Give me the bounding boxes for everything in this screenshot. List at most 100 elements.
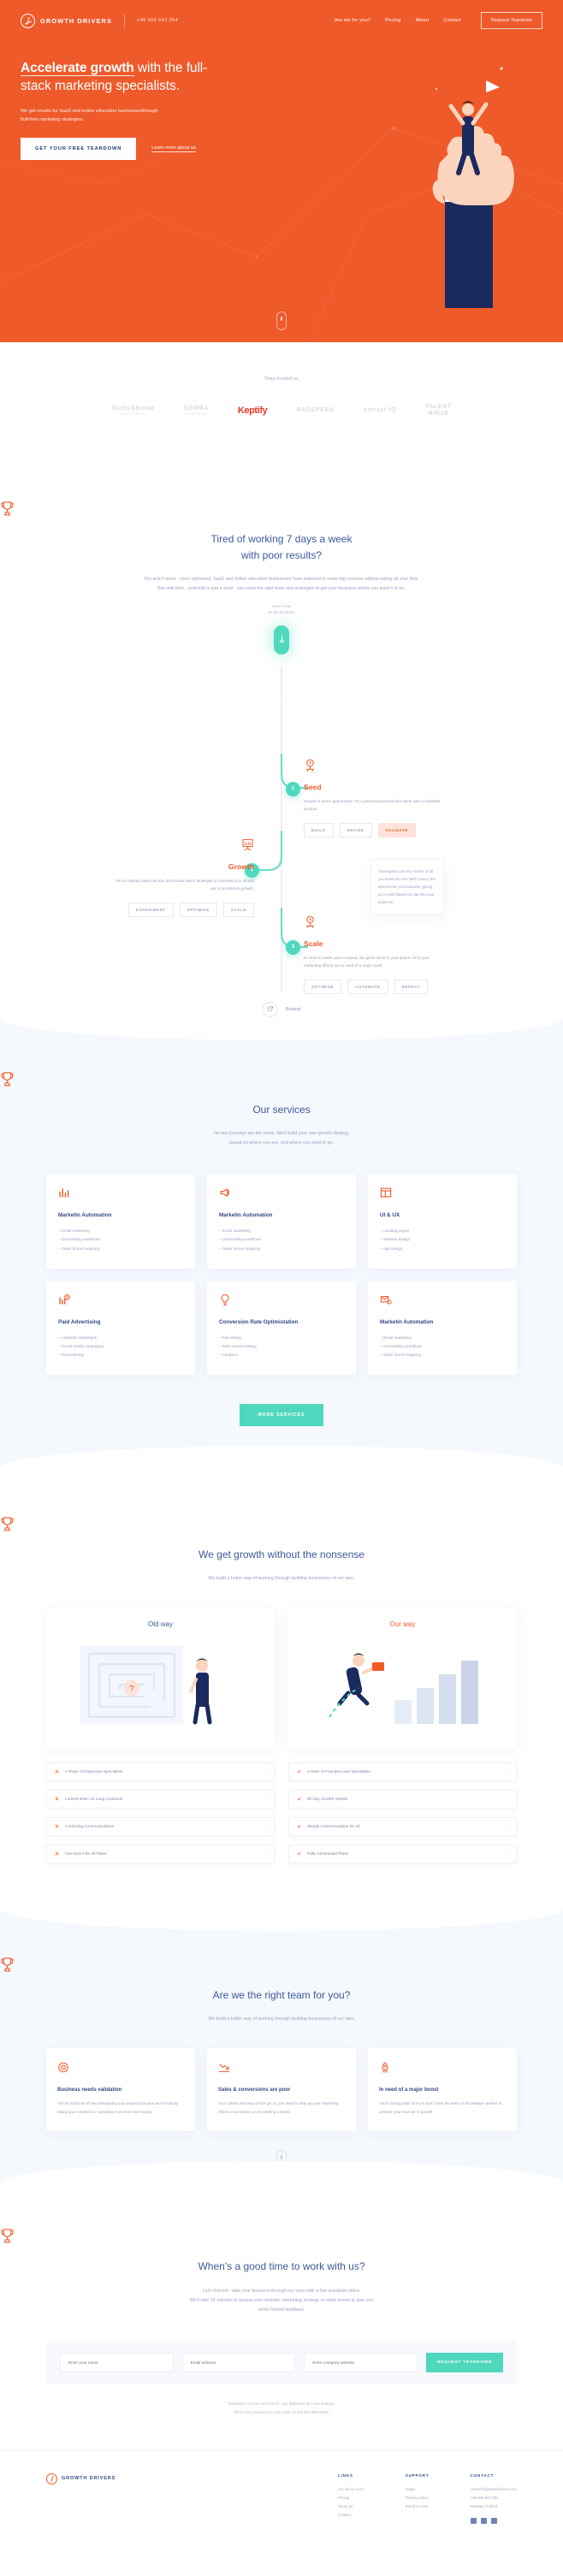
service-card-item: – Email marketing [58, 1229, 90, 1234]
brand-logo[interactable]: GROWTH DRIVERS [21, 13, 112, 28]
check-icon [297, 1852, 301, 1856]
service-card[interactable]: UI & UX – Landing pages – Website design… [368, 1174, 517, 1269]
footer-column-links: LINKS Are we for you? Pricing About us C… [338, 2473, 364, 2524]
timeline-tooltip-validate: Assumptions are the mother of all... you… [370, 858, 444, 915]
request-teardown-button[interactable]: Request Teardown [480, 12, 542, 29]
chip-repeat[interactable]: REPEAT [394, 979, 429, 994]
nav-link-are-we-for-you[interactable]: Are we for you? [335, 18, 370, 23]
footer-contact-email[interactable]: contact@growthdrivers.com [471, 2485, 517, 2494]
name-input[interactable] [60, 2353, 174, 2373]
item-text: Landing pages [382, 1229, 409, 1234]
old-way-panel: Old way ? [46, 1608, 275, 1749]
website-input[interactable] [304, 2353, 418, 2373]
our-way-item[interactable]: Fully customised Plans › [288, 1844, 517, 1863]
service-card-title: Conversion Rate Optimistation [219, 1318, 299, 1325]
item-label: Simple Communication for All [307, 1824, 360, 1829]
team-card[interactable]: In need of a major boost You're taking s… [368, 2048, 517, 2132]
item-text: Onboarding workflows [61, 1237, 101, 1242]
check-icon [297, 1770, 301, 1774]
nav-link-about[interactable]: About [416, 18, 430, 23]
chip-optimise-2[interactable]: OPTIMISE [304, 979, 342, 994]
item-label: One-Size-Fits-All Plans [65, 1851, 107, 1856]
chip-automate[interactable]: AUTOMATE [347, 979, 388, 994]
scale-icon [305, 915, 315, 928]
service-card[interactable]: Marketin Automation – Email marketing – … [46, 1174, 195, 1269]
service-card-item: – Email marketing [219, 1229, 251, 1234]
email-input[interactable] [181, 2353, 296, 2373]
footer-link[interactable]: Email us now [406, 2502, 430, 2511]
footer-contact-phone[interactable]: +48 606 543 054 [471, 2494, 517, 2502]
team-curve-bottom [0, 2161, 563, 2184]
tired-body: You aren't alone - once optimized, SaaS … [143, 577, 420, 592]
item-text: Multi-variant testing [222, 1343, 257, 1348]
nav-link-contact[interactable]: Contact [443, 18, 461, 23]
service-card-title: Marketin Automation [219, 1212, 273, 1219]
request-teardown-submit-button[interactable]: REQUEST TEARDOWN [426, 2353, 503, 2373]
footer-link[interactable]: Privacy policy [406, 2494, 430, 2502]
logo-text: TALENT [425, 404, 452, 410]
team-curve-top [0, 1908, 563, 1931]
timeline-node-3[interactable]: 3 [286, 939, 300, 955]
gear-mail-icon [380, 1295, 392, 1305]
our-way-item[interactable]: 90 Day Growth Sprints › [288, 1789, 517, 1809]
footer-link[interactable]: About us [338, 2502, 364, 2511]
old-way-item[interactable]: Confusing Communications › [46, 1816, 275, 1836]
nav-phone[interactable]: +48 606 543 054 [137, 18, 178, 23]
chip-build[interactable]: BUILD [304, 822, 334, 838]
team-card-title: In need of a major boost [379, 2087, 439, 2093]
linkedin-icon[interactable] [490, 2518, 497, 2525]
service-card[interactable]: Conversion Rate Optimistation – A/B test… [207, 1280, 356, 1375]
footer-social-row [470, 2518, 517, 2525]
learn-more-link[interactable]: Learn more about us [151, 145, 196, 152]
footer-column-heading: LINKS [337, 2472, 353, 2478]
logo-text: RAGSPERA [296, 407, 335, 414]
footer-link[interactable]: Pricing [338, 2494, 364, 2502]
more-services-button[interactable]: MORE SERVICES [239, 1403, 324, 1426]
our-way-item[interactable]: Simple Communication for All › [288, 1816, 517, 1836]
team-card[interactable]: Business needs validation You've build l… [46, 2048, 195, 2132]
item-text: Onboarding workflows [382, 1343, 423, 1348]
form-note-l1: Teardowns is a free and honest - just de… [228, 2401, 335, 2407]
item-text: Remarketing [61, 1352, 84, 1357]
service-card-item: – App design [380, 1246, 403, 1251]
service-card[interactable]: Marketin Automation – Email marketing – … [207, 1174, 356, 1269]
service-card-title: UI & UX [380, 1212, 400, 1219]
service-card-item: – A/B testing [219, 1335, 241, 1340]
timeline-start-button[interactable]: Here's how we get you there [268, 604, 295, 654]
twitter-icon[interactable] [480, 2518, 487, 2525]
chip-scale[interactable]: SCALE [222, 902, 254, 917]
brand-name: GROWTH DRIVERS [40, 16, 112, 25]
facebook-icon[interactable] [470, 2518, 477, 2525]
chevron-right-icon: › [507, 1796, 508, 1802]
team-card[interactable]: Sales & conversions are poor Your client… [207, 2048, 356, 2132]
chip-optimise[interactable]: OPTIMISE [179, 902, 217, 917]
services-section: Our services No two journeys are the sam… [0, 1017, 563, 1468]
nav-link-pricing[interactable]: Pricing [385, 18, 401, 23]
our-way-item[interactable]: A team of Founders and Specialists › [288, 1762, 517, 1781]
megaphone-icon [220, 1188, 229, 1198]
services-sub-l2: based on where you are, and where you wa… [229, 1140, 334, 1146]
service-card-item: – Social media campaigns [58, 1343, 104, 1348]
service-card-item: – Analytics [219, 1352, 238, 1357]
chip-validate[interactable]: VALIDATE [377, 822, 417, 838]
arrow-down-icon [279, 635, 284, 643]
get-free-teardown-button[interactable]: GET YOUR FREE TEARDOWN [21, 137, 137, 160]
service-card[interactable]: Paid Advertising – Adwords campaigns – S… [46, 1280, 195, 1375]
footer-link[interactable]: Legal [406, 2485, 430, 2494]
logo-subtext: ACADEMY [184, 411, 208, 416]
service-cards-grid: Marketin Automation – Email marketing – … [0, 1174, 563, 1375]
old-way-item[interactable]: Locked-down 12 Long Contracts › [46, 1789, 275, 1809]
footer-brand[interactable]: GROWTH DRIVERS [46, 2472, 209, 2484]
item-text: Email marketing [382, 1335, 412, 1340]
timeline-repeat[interactable]: Repeat [262, 1001, 301, 1017]
timeline-node-1[interactable]: 1 [286, 781, 300, 796]
footer-link[interactable]: Contact [338, 2511, 364, 2520]
old-way-item[interactable]: One-Size-Fits-All Plans › [46, 1844, 275, 1863]
chip-refine[interactable]: REFINE [339, 822, 372, 838]
chip-experiment[interactable]: EXPERIMENT [127, 902, 174, 917]
service-card[interactable]: Marketin Automation – Email marketing – … [368, 1280, 517, 1375]
item-text: Website design [382, 1237, 411, 1242]
footer-link[interactable]: Are we for you? [338, 2485, 364, 2494]
old-way-item[interactable]: A Team of Expensive Specialists › [46, 1762, 275, 1781]
logo-subtext: Apartments [120, 411, 146, 416]
